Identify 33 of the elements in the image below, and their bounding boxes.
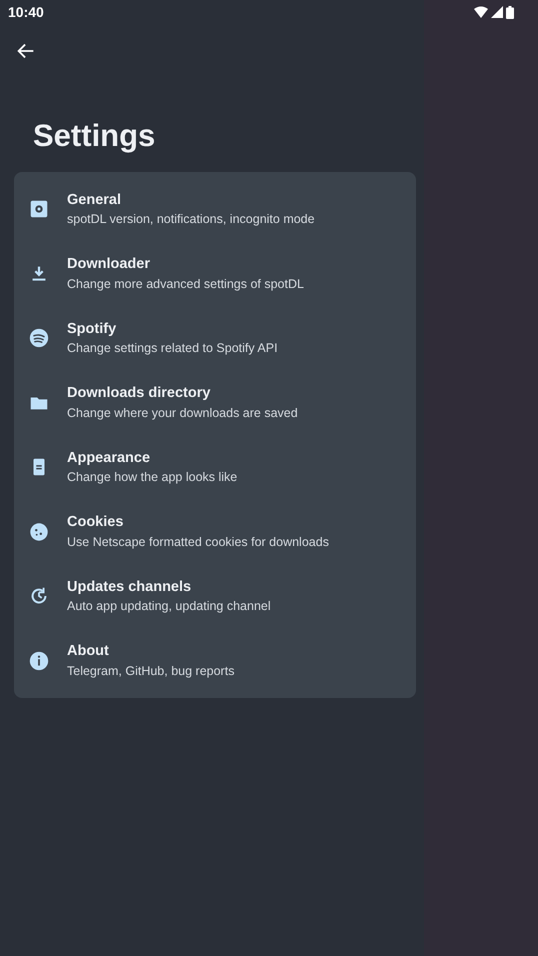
- cookie-icon: [28, 520, 50, 543]
- page-title: Settings: [33, 117, 156, 154]
- item-title: Downloader: [67, 256, 151, 274]
- spotify-icon: [28, 327, 50, 350]
- item-title: Spotify: [67, 320, 118, 338]
- wifi-icon: [474, 6, 488, 18]
- item-subtitle: Change how the app looks like: [67, 469, 238, 486]
- item-subtitle: Change settings related to Spotify API: [67, 340, 278, 356]
- item-subtitle: Change where your downloads are saved: [67, 404, 298, 421]
- item-subtitle: Auto app updating, updating channel: [67, 598, 271, 614]
- item-subtitle: Telegram, GitHub, bug reports: [67, 662, 234, 679]
- settings-item[interactable]: Cookies Use Netscape formatted cookies for downloads: [14, 500, 416, 564]
- settings-item[interactable]: Spotify Change settings related to Spotify API: [14, 306, 416, 371]
- item-title: General: [67, 192, 122, 209]
- item-subtitle: spotDL version, notifications, incognito mode: [67, 211, 315, 228]
- item-title: Cookies: [67, 514, 124, 532]
- battery-icon: [506, 6, 514, 18]
- item-title: About: [67, 643, 110, 660]
- item-title: Updates channels: [67, 578, 192, 596]
- status-time: 10:40: [8, 2, 44, 22]
- item-title: Downloads directory: [67, 385, 212, 402]
- signal-icon: [491, 6, 503, 18]
- settings-item[interactable]: About Telegram, GitHub, bug reports: [14, 628, 416, 694]
- gear-icon: [28, 198, 50, 220]
- settings-item[interactable]: Updates channels Auto app updating, updating channel: [14, 564, 416, 629]
- settings-item[interactable]: General spotDL version, notifications, incognito mode: [14, 177, 416, 242]
- item-subtitle: Use Netscape formatted cookies for downloads: [67, 534, 329, 550]
- item-subtitle: Change more advanced settings of spotDL: [67, 276, 304, 292]
- info-icon: [28, 650, 50, 672]
- item-title: Appearance: [67, 450, 152, 467]
- settings-item[interactable]: Downloads directory Change where your downloads are saved: [14, 370, 416, 436]
- settings-item[interactable]: Appearance Change how the app looks like: [14, 435, 416, 500]
- settings-item[interactable]: Downloader Change more advanced settings of spotDL: [14, 242, 416, 306]
